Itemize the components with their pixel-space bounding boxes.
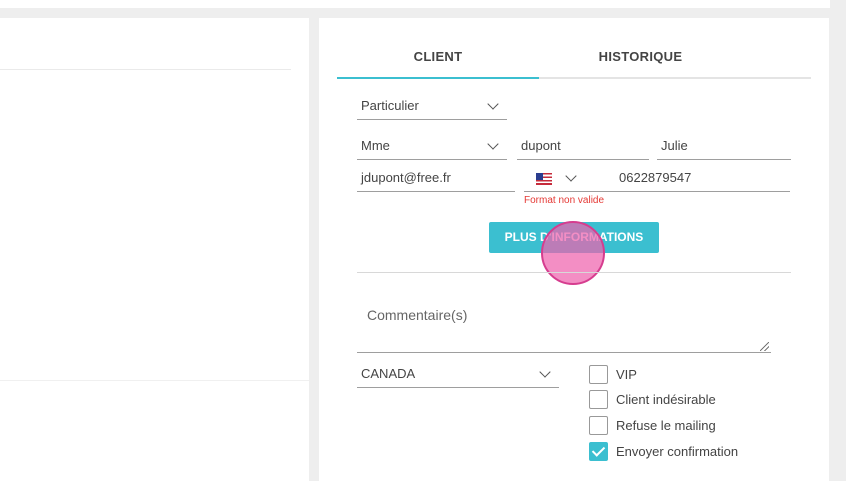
client-type-select[interactable]: Particulier bbox=[357, 96, 507, 120]
top-strip bbox=[0, 0, 830, 8]
divider bbox=[0, 69, 291, 70]
country-value: CANADA bbox=[361, 366, 416, 381]
checkbox-label: Client indésirable bbox=[616, 391, 716, 407]
chevron-down-icon[interactable] bbox=[565, 170, 577, 182]
vip-checkbox[interactable] bbox=[589, 364, 608, 384]
civility-select[interactable]: Mme bbox=[357, 136, 507, 160]
chevron-down-icon bbox=[539, 366, 551, 378]
divider bbox=[0, 380, 309, 381]
phone-error: Format non valide bbox=[524, 195, 605, 206]
last-name-value: dupont bbox=[521, 138, 561, 153]
country-select[interactable]: CANADA bbox=[357, 364, 559, 388]
chevron-down-icon bbox=[487, 98, 499, 110]
client-panel: CLIENT HISTORIQUE Particulier Mme dupont… bbox=[319, 18, 829, 481]
send-confirmation-checkbox-row[interactable]: Envoyer confirmation bbox=[589, 441, 738, 461]
civility-value: Mme bbox=[361, 138, 390, 153]
email-field[interactable]: jdupont@free.fr bbox=[357, 168, 515, 192]
send-confirmation-checkbox[interactable] bbox=[589, 441, 608, 461]
comment-field[interactable] bbox=[357, 299, 771, 353]
resize-handle-icon[interactable] bbox=[760, 342, 769, 351]
vip-checkbox-row[interactable]: VIP bbox=[589, 364, 637, 384]
email-value: jdupont@free.fr bbox=[361, 170, 451, 185]
refuse-mailing-checkbox[interactable] bbox=[589, 415, 608, 435]
tab-bar: CLIENT HISTORIQUE bbox=[337, 38, 811, 79]
chevron-down-icon bbox=[487, 138, 499, 150]
divider bbox=[357, 272, 791, 273]
tab-historique[interactable]: HISTORIQUE bbox=[539, 38, 742, 77]
phone-field[interactable]: 0622879547 bbox=[524, 168, 790, 192]
checkbox-label: VIP bbox=[616, 366, 637, 382]
first-name-field[interactable]: Julie bbox=[657, 136, 791, 160]
checkbox-label: Refuse le mailing bbox=[616, 417, 716, 433]
us-flag-icon[interactable] bbox=[536, 173, 552, 185]
left-panel bbox=[0, 18, 309, 481]
first-name-value: Julie bbox=[661, 138, 688, 153]
undesirable-checkbox[interactable] bbox=[589, 389, 608, 409]
more-info-button[interactable]: PLUS D'INFORMATIONS bbox=[489, 222, 659, 253]
phone-value: 0622879547 bbox=[619, 170, 692, 185]
refuse-mailing-checkbox-row[interactable]: Refuse le mailing bbox=[589, 415, 716, 435]
right-edge bbox=[846, 0, 860, 481]
checkbox-label: Envoyer confirmation bbox=[616, 443, 739, 459]
last-name-field[interactable]: dupont bbox=[517, 136, 649, 160]
tab-client[interactable]: CLIENT bbox=[337, 38, 539, 79]
undesirable-checkbox-row[interactable]: Client indésirable bbox=[589, 389, 716, 409]
client-type-value: Particulier bbox=[361, 98, 419, 113]
